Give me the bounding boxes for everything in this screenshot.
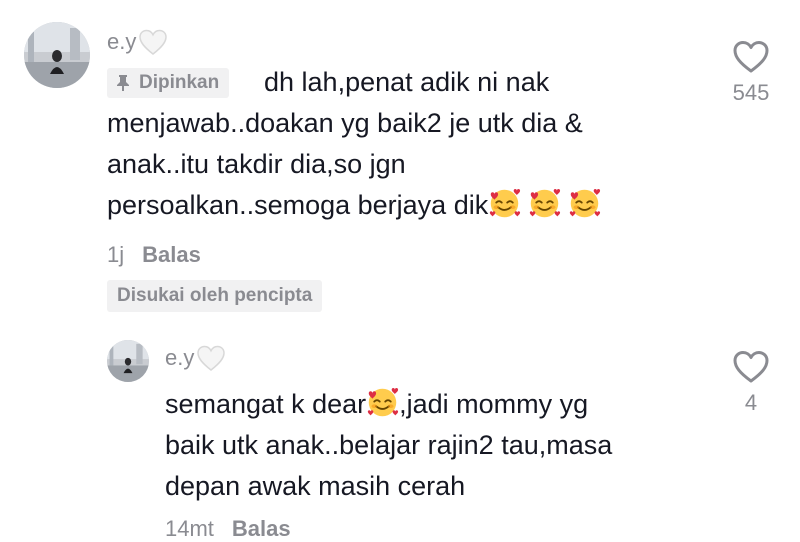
reply-line-text: ,jadi mommy yg xyxy=(399,389,589,419)
reply-button[interactable]: Balas xyxy=(232,516,291,542)
username-text[interactable]: e.y xyxy=(107,29,136,55)
avatar[interactable] xyxy=(24,22,90,88)
comment-item: e.y Dipinkan dh lah,penat adik ni nak me… xyxy=(0,0,800,320)
username-text[interactable]: e.y xyxy=(165,345,194,371)
reply-button[interactable]: Balas xyxy=(142,242,201,268)
comment-meta: 1j Balas xyxy=(107,242,201,268)
reply-line-text: semangat k dear xyxy=(165,389,367,419)
comment-line: dh lah,penat adik ni nak xyxy=(264,67,550,97)
reply-line: baik utk anak..belajar rajin2 tau,masa xyxy=(165,430,613,460)
smiling-face-with-hearts-emoji xyxy=(366,386,399,419)
avatar-image xyxy=(24,22,90,88)
username[interactable]: e.y xyxy=(165,344,226,372)
timestamp: 1j xyxy=(107,242,125,267)
username[interactable]: e.y xyxy=(107,28,168,56)
like-button[interactable]: 4 xyxy=(721,350,781,416)
comment-line: persoalkan..semoga berjaya dik xyxy=(107,185,727,226)
comment-text: dh lah,penat adik ni nak menjawab..doaka… xyxy=(107,62,727,226)
comment-line: menjawab..doakan yg baik2 je utk dia & xyxy=(107,108,583,138)
like-count: 545 xyxy=(732,80,770,105)
avatar-image xyxy=(107,340,149,382)
heart-outline-icon[interactable] xyxy=(732,40,770,74)
heart-outline-icon[interactable] xyxy=(732,350,770,384)
white-heart-icon xyxy=(138,28,168,56)
reply-item: e.y semangat k dear ,jadi mommy yg baik u… xyxy=(0,330,800,542)
liked-by-creator-badge: Disukai oleh pencipta xyxy=(107,280,323,312)
reply-line: depan awak masih cerah xyxy=(165,471,466,501)
smiling-face-with-hearts-emoji xyxy=(528,187,561,220)
smiling-face-with-hearts-emoji xyxy=(488,187,521,220)
comment-line-text: persoalkan..semoga berjaya dik xyxy=(107,190,489,220)
comment-line: anak..itu takdir dia,so jgn xyxy=(107,149,406,179)
avatar[interactable] xyxy=(107,340,149,382)
like-button[interactable]: 545 xyxy=(721,40,781,106)
timestamp: 14mt xyxy=(165,516,214,541)
reply-meta: 14mt Balas xyxy=(165,516,291,542)
smiling-face-with-hearts-emoji xyxy=(568,187,601,220)
white-heart-icon xyxy=(196,344,226,372)
like-count: 4 xyxy=(744,390,758,415)
reply-line: semangat k dear ,jadi mommy yg xyxy=(165,384,725,425)
reply-text: semangat k dear ,jadi mommy yg baik utk a… xyxy=(165,384,725,507)
